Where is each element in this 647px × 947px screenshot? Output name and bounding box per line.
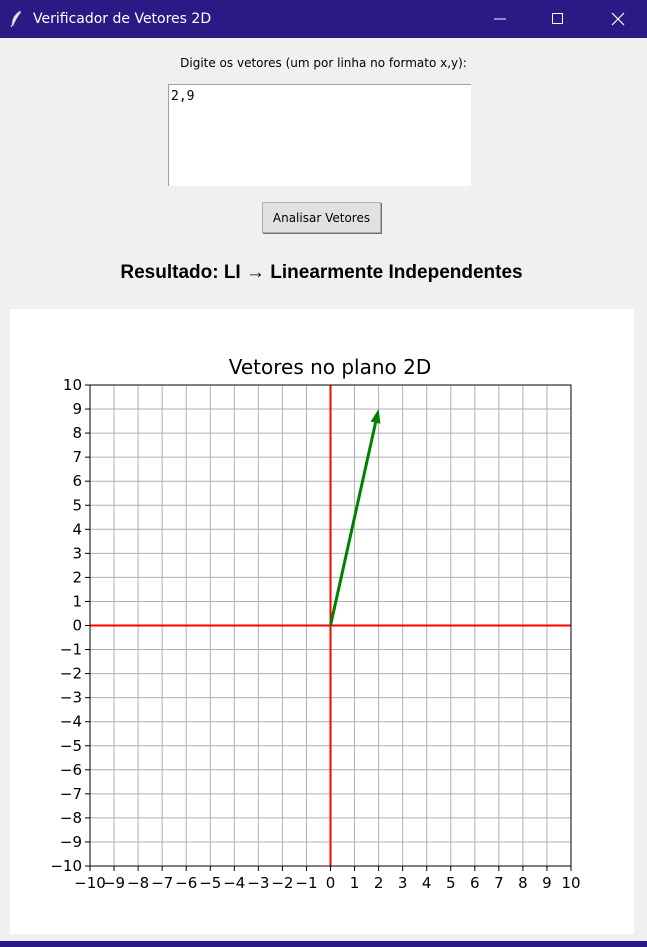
x-tick-label: 6 [470,874,480,892]
x-tick-label: 9 [542,874,552,892]
y-tick-label: −6 [60,761,82,779]
close-button[interactable] [589,0,647,38]
x-tick-label: −1 [295,874,317,892]
y-tick-label: 1 [72,592,82,610]
y-tick-label: −5 [60,737,82,755]
x-tick-label: 2 [374,874,384,892]
x-tick-label: −3 [247,874,269,892]
vector-chart: Vetores no plano 2D −10−9 −8 −7 −6 −5 −4 −3 −2−… [50,355,581,892]
minimize-icon [494,18,506,20]
x-tick-label: −8 [127,874,149,892]
feather-icon [9,10,23,28]
x-tick-label: 3 [398,874,408,892]
x-tick-label: −7 [151,874,173,892]
result-label: Resultado: LI → Linearmente Independente… [120,262,523,283]
y-tick-label: 7 [72,448,82,466]
maximize-icon [552,13,563,24]
y-tick-label: 3 [72,544,82,562]
close-icon [611,12,625,26]
maximize-button[interactable] [529,0,587,38]
y-tick-label: 5 [72,496,82,514]
y-tick-label: −10 [50,857,82,875]
analyze-vectors-button[interactable]: Analisar Vetores [262,202,381,233]
y-tick-label: −2 [60,665,82,683]
x-ticks: −10−9 −8 −7 −6 −5 −4 −3 −2 −1 0 1 2 3 4 5 6 7 8 9 10 [74,866,581,892]
x-tick-label: 1 [350,874,360,892]
plot-canvas: Vetores no plano 2D −10 −9 −8 −7 −6 −5 −4 −3 −2−… [10,309,634,934]
y-tick-label: −9 [60,833,82,851]
y-ticks: −10−9−8−7−6−5−4−3−2−1012345678910 [50,376,90,875]
y-tick-label: 10 [63,376,82,394]
input-prompt-label: Digite os vetores (um por linha no forma… [180,56,467,70]
y-tick-label: 6 [72,472,82,490]
x-tick-label: 4 [422,874,432,892]
x-tick-label: 5 [446,874,456,892]
chart-title: Vetores no plano 2D [229,355,432,379]
x-tick-label: −6 [175,874,197,892]
y-tick-label: 4 [72,520,82,538]
y-tick-label: −7 [60,785,82,803]
x-tick-label: −2 [271,874,293,892]
x-tick-label: 7 [494,874,504,892]
y-tick-label: −4 [60,713,82,731]
y-tick-label: 8 [72,424,82,442]
y-tick-label: 9 [72,400,82,418]
x-tick-label: 10 [561,874,580,892]
vector-shaft [329,422,378,626]
vectors-input[interactable] [168,84,471,186]
y-tick-label: 0 [72,617,82,635]
window-content: Digite os vetores (um por linha no forma… [0,38,647,947]
x-tick-label: 8 [518,874,528,892]
title-bar[interactable]: Verificador de Vetores 2D [0,0,647,38]
x-tick-label: 0 [326,874,336,892]
window-title: Verificador de Vetores 2D [33,11,212,27]
y-tick-label: −1 [60,641,82,659]
x-tick-label: −5 [199,874,221,892]
y-tick-label: −3 [60,689,82,707]
window-border [0,941,647,947]
x-tick-label: −10 [74,874,106,892]
minimize-button[interactable] [471,0,529,38]
y-tick-label: −8 [60,809,82,827]
x-tick-label: −9 [103,874,125,892]
x-tick-label: −4 [223,874,245,892]
y-tick-label: 2 [72,568,82,586]
vectors [329,409,381,626]
